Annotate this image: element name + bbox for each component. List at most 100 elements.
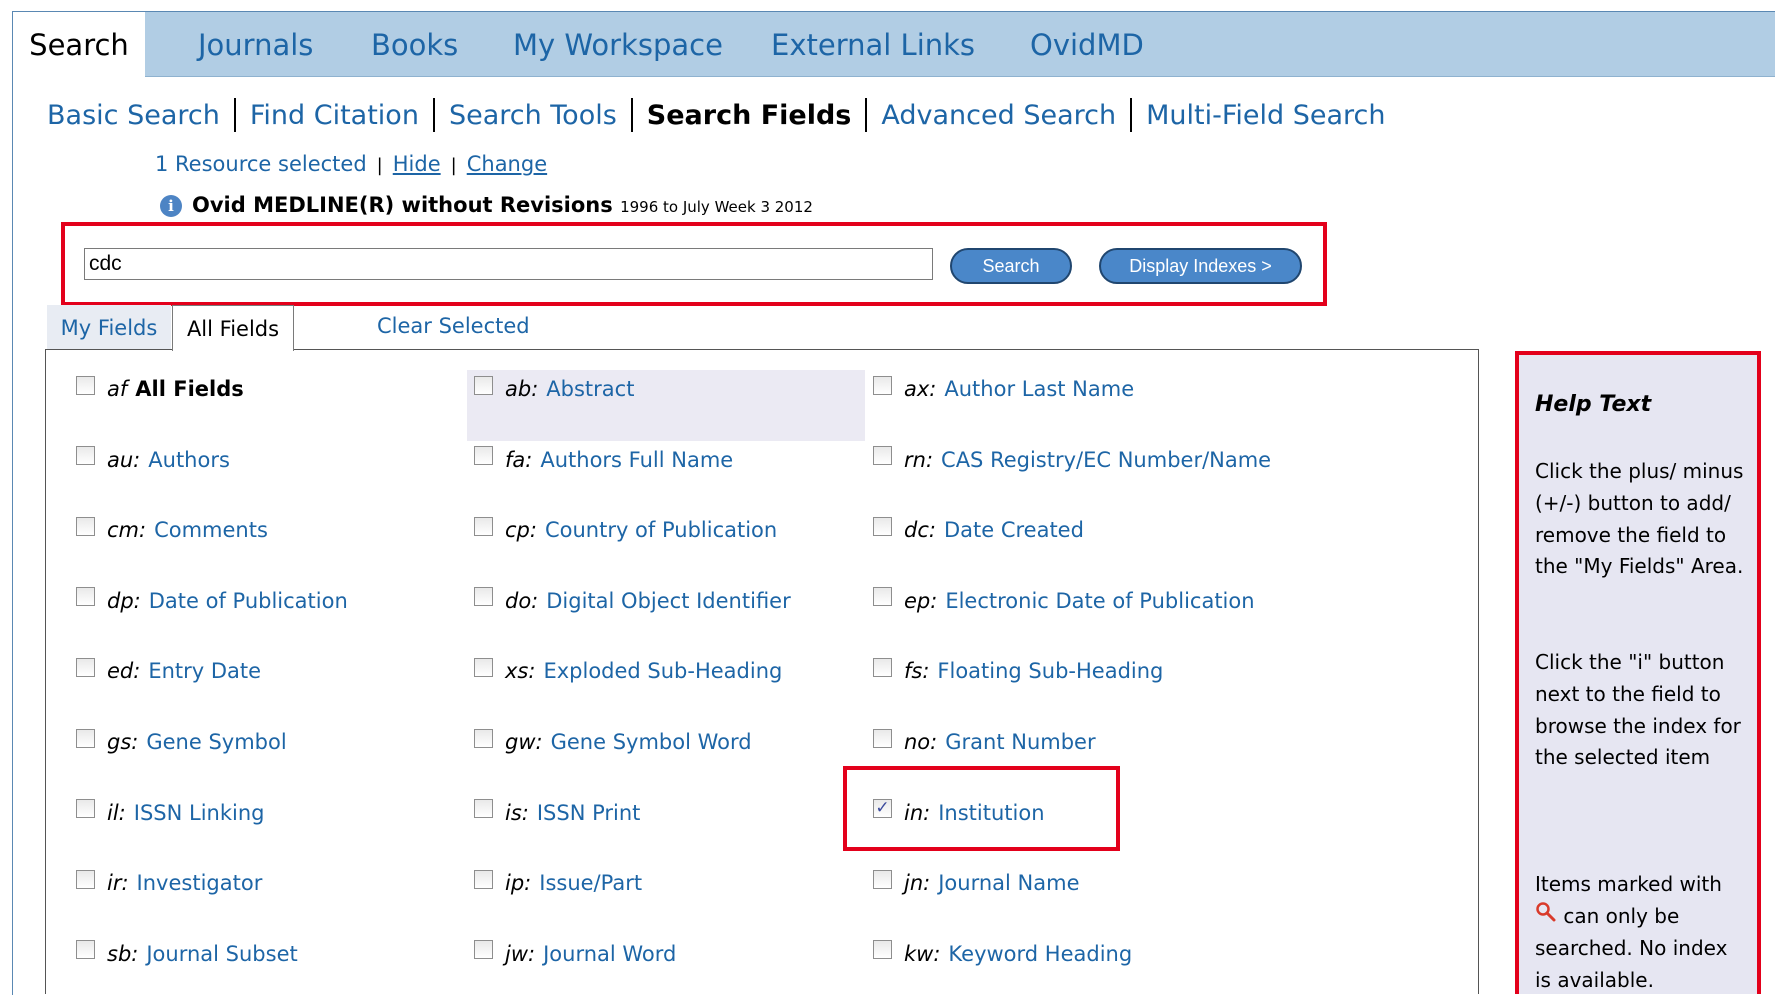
subnav-advanced-search[interactable]: Advanced Search [881,100,1116,131]
field-label[interactable]: Gene Symbol [146,730,286,754]
field-checkbox[interactable] [873,375,892,395]
info-icon[interactable]: i [160,195,182,217]
tab-all-fields[interactable]: All Fields [172,305,294,351]
field-label[interactable]: Comments [154,518,268,542]
field-checkbox[interactable] [474,375,493,395]
subnav-search-tools[interactable]: Search Tools [449,100,617,131]
field-checkbox[interactable] [474,799,493,819]
field-item[interactable]: rn: CAS Registry/EC Number/Name [873,443,1271,477]
field-checkbox[interactable] [873,940,892,960]
field-checkbox[interactable] [873,587,892,607]
field-item[interactable]: gw: Gene Symbol Word [474,725,752,759]
field-checkbox[interactable] [873,657,892,677]
field-item[interactable]: xs: Exploded Sub-Heading [474,654,782,688]
field-label[interactable]: Journal Name [938,871,1079,895]
search-input[interactable] [84,248,933,280]
subnav-multi-field-search[interactable]: Multi-Field Search [1146,100,1385,131]
tab-journals[interactable]: Journals [198,12,313,76]
clear-selected-link[interactable]: Clear Selected [377,314,530,338]
field-item[interactable]: kw: Keyword Heading [873,937,1132,971]
tab-books[interactable]: Books [371,12,458,76]
field-label[interactable]: Institution [938,801,1044,825]
field-checkbox[interactable] [873,446,892,466]
field-label[interactable]: CAS Registry/EC Number/Name [941,448,1271,472]
field-checkbox[interactable] [76,516,95,536]
field-label[interactable]: Keyword Heading [948,942,1132,966]
field-label[interactable]: Investigator [137,871,263,895]
field-checkbox[interactable] [76,657,95,677]
field-item[interactable]: do: Digital Object Identifier [474,584,791,618]
field-label[interactable]: Country of Publication [545,518,777,542]
field-item[interactable]: gs: Gene Symbol [76,725,287,759]
subnav-find-citation[interactable]: Find Citation [250,100,419,131]
field-label[interactable]: Digital Object Identifier [546,589,790,613]
field-checkbox[interactable] [873,516,892,536]
field-label[interactable]: ISSN Print [537,801,641,825]
tab-ovidmd[interactable]: OvidMD [1030,12,1144,76]
field-label[interactable]: ISSN Linking [134,801,265,825]
field-checkbox[interactable] [76,940,95,960]
field-item[interactable]: fa: Authors Full Name [474,443,733,477]
field-item[interactable]: ax: Author Last Name [873,372,1134,406]
field-checkbox[interactable] [474,446,493,466]
field-checkbox[interactable] [76,446,95,466]
field-checkbox[interactable]: ✓ [873,799,892,819]
field-label[interactable]: Floating Sub-Heading [937,659,1163,683]
field-item[interactable]: fs: Floating Sub-Heading [873,654,1163,688]
field-label[interactable]: Authors [148,448,230,472]
field-checkbox[interactable] [474,728,493,748]
search-button[interactable]: Search [950,248,1072,284]
field-checkbox[interactable] [76,375,95,395]
field-label[interactable]: Authors Full Name [540,448,733,472]
field-label[interactable]: Entry Date [148,659,261,683]
change-link[interactable]: Change [467,152,547,176]
field-item[interactable]: il: ISSN Linking [76,796,264,830]
tab-my-workspace[interactable]: My Workspace [513,12,723,76]
field-item[interactable]: no: Grant Number [873,725,1096,759]
field-label[interactable]: Gene Symbol Word [551,730,752,754]
field-label[interactable]: Date Created [944,518,1084,542]
field-label[interactable]: Author Last Name [944,377,1134,401]
field-item[interactable]: dp: Date of Publication [76,584,348,618]
field-item[interactable]: dc: Date Created [873,513,1084,547]
field-label[interactable]: Grant Number [945,730,1095,754]
field-label[interactable]: Journal Subset [146,942,297,966]
field-item[interactable]: jn: Journal Name [873,866,1080,900]
field-label[interactable]: Electronic Date of Publication [945,589,1254,613]
field-label[interactable]: Date of Publication [149,589,348,613]
field-item[interactable]: is: ISSN Print [474,796,640,830]
field-item[interactable]: ✓ in: Institution [873,796,1045,830]
field-checkbox[interactable] [76,728,95,748]
field-label[interactable]: Journal Word [543,942,676,966]
subnav-search-fields[interactable]: Search Fields [647,100,852,131]
field-checkbox[interactable] [474,516,493,536]
tab-search[interactable]: Search [13,12,145,77]
field-checkbox[interactable] [873,869,892,889]
field-label[interactable]: All Fields [135,377,243,401]
field-item[interactable]: jw: Journal Word [474,937,676,971]
field-item[interactable]: cm: Comments [76,513,268,547]
field-item[interactable]: au: Authors [76,443,230,477]
field-item[interactable]: ed: Entry Date [76,654,261,688]
hide-link[interactable]: Hide [393,152,441,176]
field-label[interactable]: Exploded Sub-Heading [543,659,782,683]
field-item[interactable]: af All Fields [76,372,244,406]
field-checkbox[interactable] [474,657,493,677]
field-item[interactable]: ab: Abstract [474,372,634,406]
field-checkbox[interactable] [474,869,493,889]
field-item[interactable]: ep: Electronic Date of Publication [873,584,1255,618]
field-item[interactable]: sb: Journal Subset [76,937,298,971]
display-indexes-button[interactable]: Display Indexes > [1099,248,1302,284]
field-checkbox[interactable] [873,728,892,748]
tab-my-fields[interactable]: My Fields [47,305,171,350]
field-label[interactable]: Issue/Part [539,871,642,895]
field-checkbox[interactable] [474,587,493,607]
field-checkbox[interactable] [76,869,95,889]
subnav-basic-search[interactable]: Basic Search [47,100,220,131]
field-checkbox[interactable] [474,940,493,960]
tab-external-links[interactable]: External Links [771,12,975,76]
field-item[interactable]: cp: Country of Publication [474,513,777,547]
field-label[interactable]: Abstract [546,377,634,401]
field-checkbox[interactable] [76,587,95,607]
field-item[interactable]: ip: Issue/Part [474,866,642,900]
